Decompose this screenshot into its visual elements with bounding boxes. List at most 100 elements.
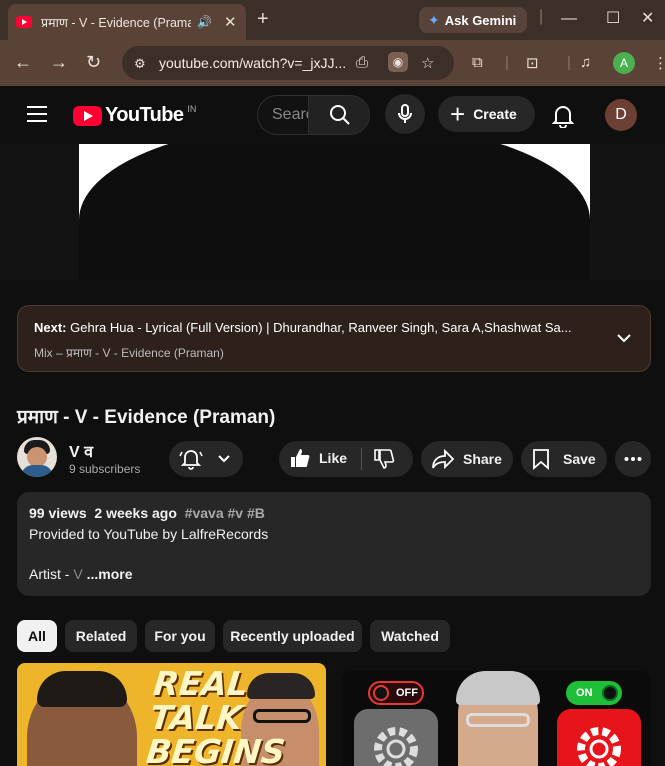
reload-icon[interactable]: ↻ — [86, 52, 101, 73]
microphone-icon — [398, 104, 412, 123]
thumbnail-person-hair — [456, 671, 540, 705]
channel-name[interactable]: V व — [69, 440, 93, 462]
more-horizontal-icon — [624, 457, 642, 461]
minimize-button[interactable]: — — [561, 10, 577, 28]
browser-menu-icon[interactable]: ⋮ — [653, 54, 665, 72]
save-label: Save — [563, 451, 596, 467]
voice-search-button[interactable] — [385, 94, 425, 134]
toggle-off-label: OFF — [396, 687, 418, 699]
chip-recently-uploaded[interactable]: Recently uploaded — [223, 620, 362, 652]
install-app-icon[interactable]: ⎙ — [356, 54, 368, 71]
toggle-on-label: ON — [576, 687, 593, 699]
search-button[interactable] — [308, 96, 369, 134]
next-up-panel[interactable]: Next: Gehra Hua - Lyrical (Full Version)… — [17, 305, 651, 372]
thumbs-down-icon — [374, 449, 395, 469]
share-button[interactable]: Share — [421, 441, 513, 477]
dislike-button[interactable] — [373, 448, 395, 473]
avatar-face — [27, 447, 47, 467]
speaker-icon[interactable]: 🔊 — [197, 15, 212, 29]
avatar-body — [21, 465, 53, 477]
gear-red-icon — [557, 709, 641, 766]
video-thumbnail[interactable]: REAL TALK BEGINS — [17, 663, 326, 766]
thumbnail-person-left-hair — [37, 671, 127, 707]
thumbs-up-icon — [291, 449, 310, 467]
next-up-mix: Mix – प्रमाण - V - Evidence (Praman) — [34, 346, 224, 360]
bell-ringing-icon — [179, 450, 203, 470]
thumbnail-text-line-1: REAL — [151, 664, 251, 703]
chip-for-you[interactable]: For you — [145, 620, 215, 652]
tab-divider: | — [539, 8, 544, 25]
bookmark-star-icon[interactable]: ☆ — [421, 54, 434, 72]
share-label: Share — [463, 451, 502, 467]
description-provider: Provided to YouTube by LalfreRecords — [29, 526, 269, 542]
description-meta: 99 views 2 weeks ago #vava #v #B — [29, 505, 265, 521]
media-controls-icon[interactable]: ♫ — [580, 54, 591, 71]
new-tab-button[interactable]: + — [257, 8, 269, 31]
gear-icon — [577, 727, 621, 766]
view-count: 99 views — [29, 505, 87, 521]
youtube-play-icon — [73, 105, 102, 126]
tab-title: प्रमाण - V - Evidence (Praman) — [41, 15, 191, 30]
toggle-on-graphic: ON — [566, 681, 622, 705]
bell-icon — [551, 106, 575, 129]
toolbar-divider-2: | — [567, 54, 571, 71]
hamburger-menu-icon[interactable] — [27, 106, 47, 122]
description-box[interactable]: 99 views 2 weeks ago #vava #v #B Provide… — [17, 492, 651, 596]
chip-watched[interactable]: Watched — [370, 620, 450, 652]
ask-gemini-button[interactable]: ✦ Ask Gemini — [419, 7, 527, 33]
artist-label: Artist - — [29, 566, 74, 582]
window-close-button[interactable]: ✕ — [641, 8, 654, 28]
thumbnail-text: REAL TALK BEGINS — [144, 664, 294, 766]
chevron-down-icon — [218, 455, 230, 463]
share-arrow-icon — [432, 449, 455, 469]
thumbnail-text-line-2: TALK — [148, 698, 245, 737]
tab-search-icon[interactable]: ⊡ — [526, 54, 539, 72]
create-label: Create — [473, 106, 517, 122]
youtube-logo[interactable]: YouTube IN — [73, 104, 196, 127]
chip-related[interactable]: Related — [65, 620, 137, 652]
video-person-shirt — [79, 144, 590, 280]
channel-avatar[interactable] — [17, 437, 57, 477]
chevron-down-icon[interactable] — [616, 330, 632, 346]
toggle-off-graphic: OFF — [368, 681, 424, 705]
account-avatar[interactable]: D — [605, 99, 637, 131]
toggle-knob — [373, 685, 389, 701]
maximize-button[interactable]: ☐ — [606, 8, 620, 28]
hashtags[interactable]: #vava #v #B — [185, 505, 265, 521]
chip-all[interactable]: All — [17, 620, 57, 652]
lens-icon[interactable]: ◉ — [388, 52, 408, 72]
toggle-knob — [602, 685, 618, 701]
next-up-title[interactable]: Next: Gehra Hua - Lyrical (Full Version)… — [34, 320, 594, 335]
url-text[interactable]: youtube.com/watch?v=_jxJJ... — [159, 55, 346, 71]
search-box[interactable]: Search — [257, 95, 370, 135]
forward-icon[interactable]: → — [50, 52, 68, 73]
more-actions-button[interactable] — [615, 441, 651, 477]
like-label: Like — [319, 450, 348, 466]
close-tab-icon[interactable]: ✕ — [224, 13, 237, 31]
toolbar-divider: | — [505, 54, 509, 71]
save-button[interactable]: Save — [521, 441, 607, 477]
artist-name: V — [73, 566, 83, 582]
like-separator — [361, 448, 362, 470]
gemini-icon: ✦ — [428, 11, 440, 28]
gear-grey-icon — [354, 709, 438, 766]
video-thumbnail[interactable]: OFF ON — [342, 671, 651, 766]
like-button[interactable]: Like — [289, 447, 347, 469]
notifications-button[interactable] — [551, 104, 575, 133]
thumbnail-glasses — [466, 713, 530, 727]
site-settings-icon[interactable]: ⚙ — [134, 56, 150, 71]
description-artist-line: Artist - V ...more — [29, 566, 132, 582]
ask-gemini-label: Ask Gemini — [444, 12, 517, 28]
notification-settings-button[interactable] — [169, 441, 243, 477]
browser-profile-avatar[interactable]: A — [613, 52, 635, 74]
youtube-wordmark: YouTube — [105, 104, 184, 126]
search-input[interactable]: Search — [272, 106, 308, 124]
like-dislike-group: Like — [279, 441, 413, 477]
extensions-icon[interactable]: ⧉ — [472, 54, 483, 71]
more-link[interactable]: ...more — [83, 566, 133, 582]
video-frame[interactable] — [79, 144, 590, 280]
browser-tab[interactable]: प्रमाण - V - Evidence (Praman) 🔊 ✕ — [8, 4, 246, 40]
create-button[interactable]: + Create — [438, 96, 535, 132]
back-icon[interactable]: ← — [14, 52, 32, 73]
upload-date: 2 weeks ago — [94, 505, 177, 521]
